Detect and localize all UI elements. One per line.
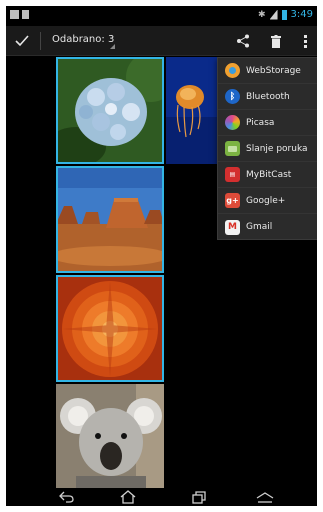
navigation-bar [6, 488, 317, 506]
share-option-webstorage[interactable]: WebStorage [218, 58, 317, 84]
recent-apps-button[interactable] [189, 489, 209, 505]
delete-button[interactable] [265, 30, 287, 52]
share-menu-popup: WebStorage ᛒ Bluetooth Picasa Slanje por… [217, 57, 317, 240]
desert-image [56, 166, 164, 273]
share-button[interactable] [232, 30, 254, 52]
selection-count-dropdown[interactable]: Odabrano: 3 [52, 34, 114, 45]
hydrangea-image [56, 57, 164, 164]
jellyfish-image [166, 57, 222, 164]
done-button[interactable] [10, 29, 34, 53]
google-plus-icon: g+ [225, 193, 240, 208]
action-bar: Odabrano: 3 [6, 26, 317, 56]
gallery-icon [10, 10, 19, 19]
picasa-icon [225, 115, 240, 130]
photo-thumbnail[interactable] [56, 166, 164, 273]
back-button[interactable] [57, 489, 77, 505]
recent-apps-icon [191, 490, 206, 504]
battery-icon [281, 9, 287, 20]
overflow-dot [303, 44, 307, 48]
overflow-menu-button[interactable] [297, 30, 313, 52]
bluetooth-icon: ᛒ [225, 89, 240, 104]
back-icon [59, 491, 74, 503]
photo-thumbnail[interactable] [166, 57, 222, 164]
dropdown-caret-icon [110, 44, 115, 49]
home-icon [120, 490, 136, 504]
photo-thumbnail[interactable] [56, 275, 164, 382]
photo-thumbnail[interactable] [56, 57, 164, 164]
mybitcast-icon: ▤ [225, 167, 240, 182]
webstorage-icon [225, 63, 240, 78]
signal-icon [269, 9, 278, 20]
checkmark-icon [15, 35, 29, 47]
menu-icon [256, 491, 274, 503]
status-time: 3:49 [290, 9, 313, 20]
chrysanthemum-image [56, 275, 164, 382]
device-screen: ✱ 3:49 Odabrano: 3 WebStorage ᛒ Bluetoot… [6, 6, 317, 506]
home-button[interactable] [118, 489, 138, 505]
gmail-icon: M [225, 219, 240, 235]
status-bar: ✱ 3:49 [6, 6, 317, 26]
share-option-picasa[interactable]: Picasa [218, 110, 317, 136]
messaging-icon [225, 141, 240, 156]
share-option-mybitcast[interactable]: ▤ MyBitCast [218, 162, 317, 188]
sd-card-icon [22, 10, 29, 19]
share-option-messaging[interactable]: Slanje poruka [218, 136, 317, 162]
share-option-gmail[interactable]: M Gmail [218, 214, 317, 240]
bluetooth-icon: ✱ [257, 9, 266, 20]
overflow-dot [303, 39, 307, 43]
share-option-bluetooth[interactable]: ᛒ Bluetooth [218, 84, 317, 110]
koala-image [56, 384, 164, 488]
share-icon [237, 34, 249, 48]
photo-thumbnail[interactable] [56, 384, 164, 488]
trash-icon [271, 34, 281, 48]
action-bar-divider [40, 32, 41, 50]
share-option-google-plus[interactable]: g+ Google+ [218, 188, 317, 214]
menu-button[interactable] [255, 489, 275, 505]
overflow-menu-icon [303, 34, 307, 38]
